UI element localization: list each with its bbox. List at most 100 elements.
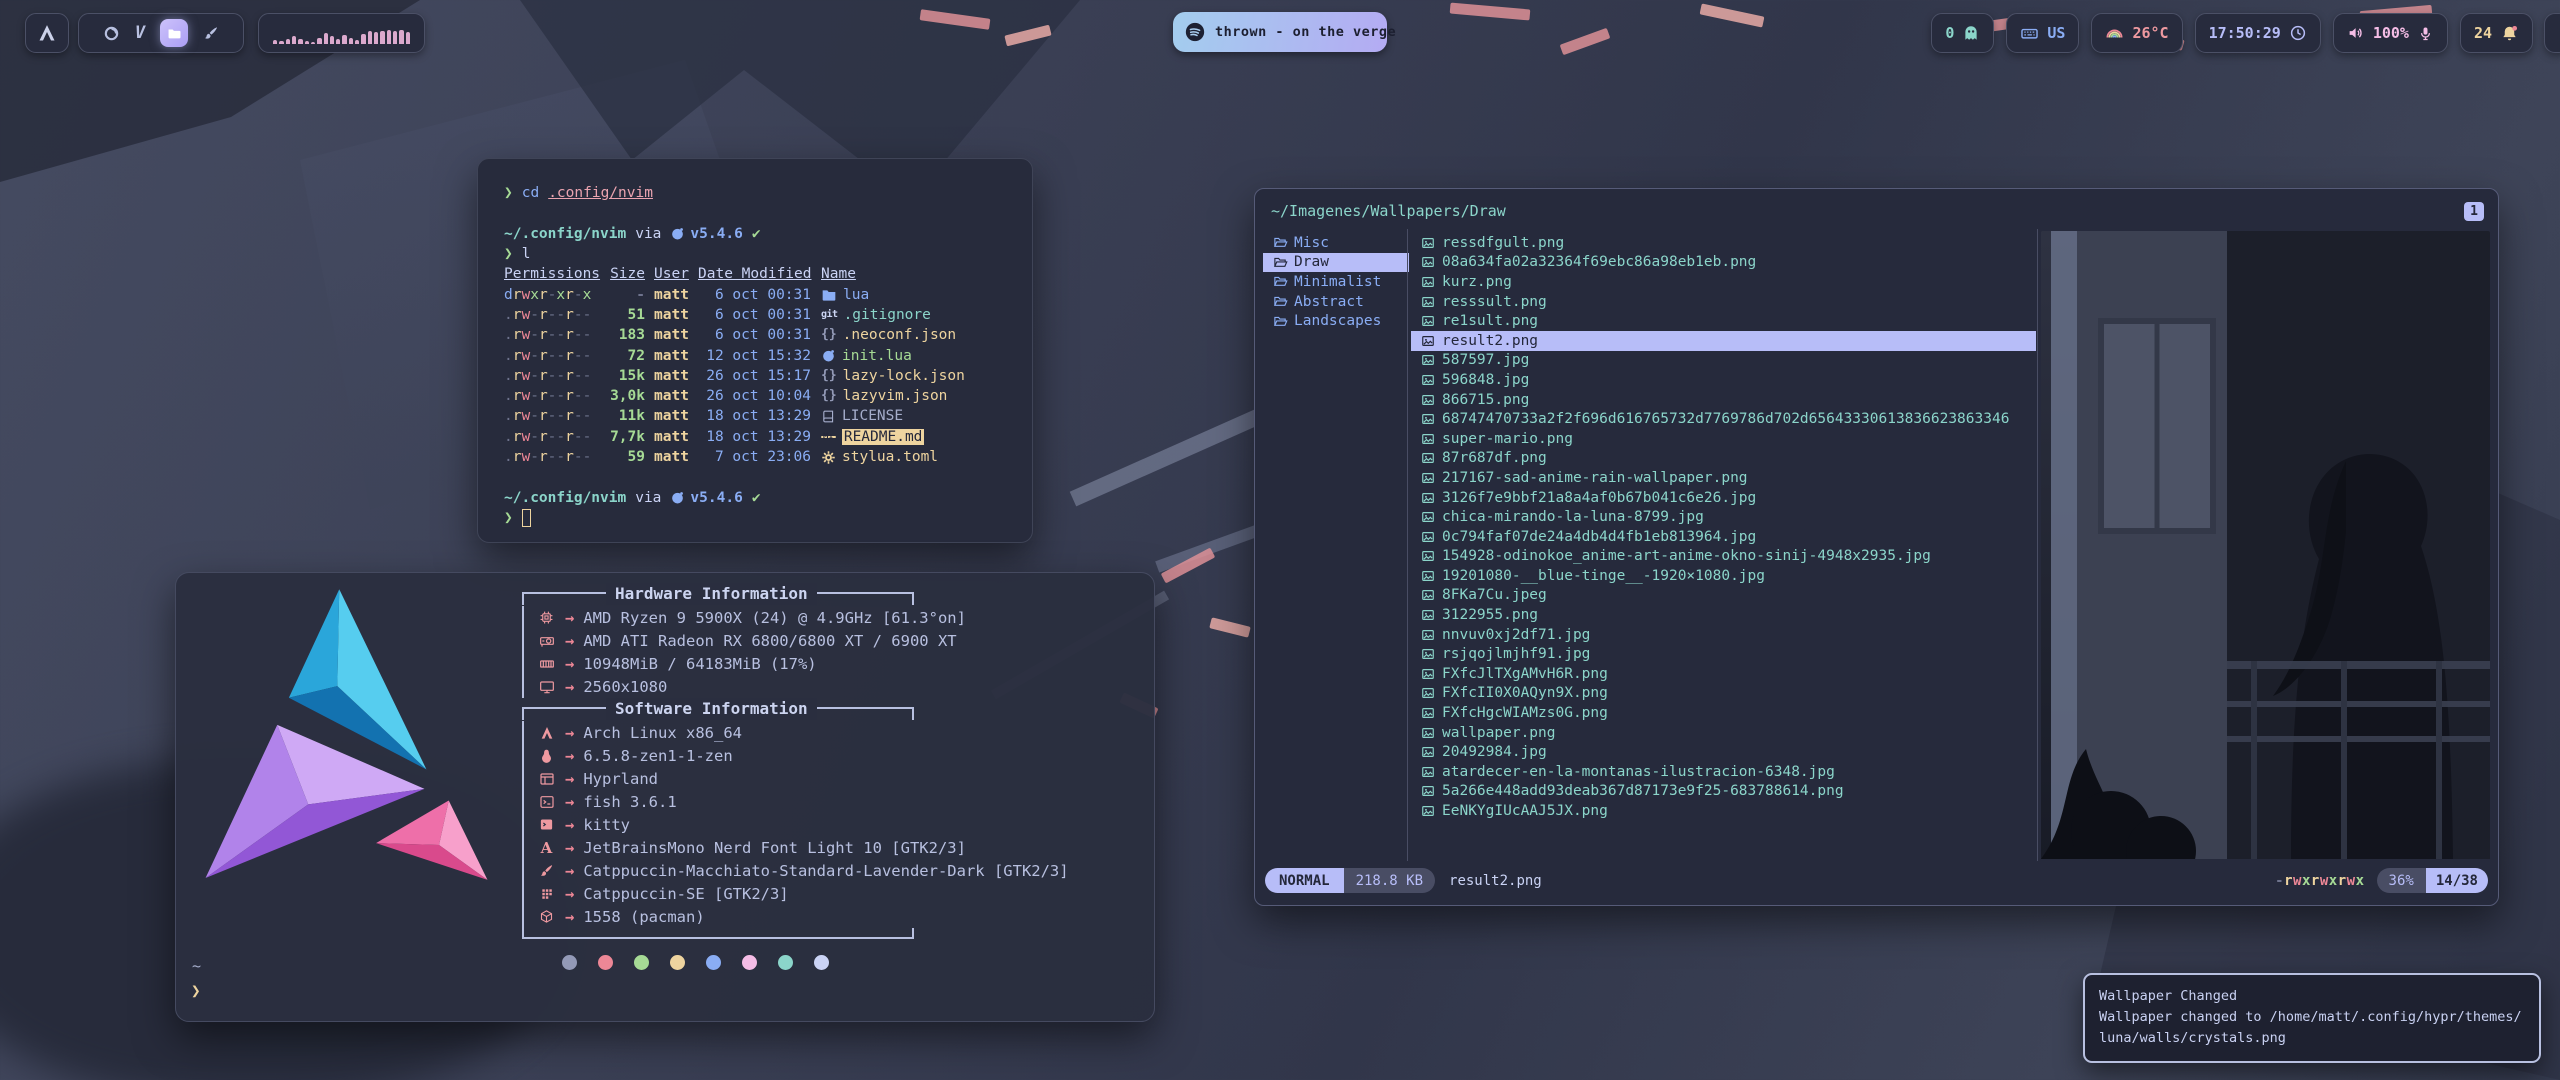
palette-dot: [814, 955, 829, 970]
workspace-brush[interactable]: [203, 25, 219, 41]
image-file-icon: [1421, 647, 1435, 661]
now-playing-pill[interactable]: thrown - on the verge: [1173, 12, 1387, 52]
file-item[interactable]: 08a634fa02a32364f69ebc86a98eb1eb.png: [1411, 253, 2036, 273]
image-file-icon: [1421, 491, 1435, 505]
sidebar-item-draw[interactable]: Draw: [1263, 253, 1409, 273]
file-item[interactable]: FXfcJlTXgAMvH6R.png: [1411, 664, 2036, 684]
file-item[interactable]: rsjqojlmjhf91.jpg: [1411, 644, 2036, 664]
file-item[interactable]: 68747470733a2f2f696d616765732d7769786d70…: [1411, 409, 2036, 429]
visualizer-bar: [298, 39, 302, 44]
file-item[interactable]: chica-mirando-la-luna-8799.jpg: [1411, 507, 2036, 527]
breadcrumb-path: ~/Imagenes/Wallpapers/Draw: [1271, 202, 1506, 220]
file-item[interactable]: 587597.jpg: [1411, 351, 2036, 371]
cwd: ~/.config/nvim: [504, 226, 626, 242]
file-item[interactable]: FXfcII0X0AQyn9X.png: [1411, 684, 2036, 704]
visualizer-bar: [279, 41, 283, 44]
file-item[interactable]: 3122955.png: [1411, 605, 2036, 625]
file-list: ressdfgult.png08a634fa02a32364f69ebc86a9…: [1411, 233, 2036, 821]
lua-moon-icon: [670, 226, 685, 241]
visualizer-bar: [355, 40, 359, 44]
terminal-palette: [562, 955, 1142, 970]
file-item[interactable]: FXfcHgcWIAMzs0G.png: [1411, 703, 2036, 723]
ls-row: .rw-r--r--15kmatt26 oct 15:17{}lazy-lock…: [504, 366, 1032, 386]
fetch-item: →AMD Ryzen 9 5900X (24) @ 4.9GHz [61.3°o…: [537, 606, 1162, 629]
file-item[interactable]: 8FKa7Cu.jpeg: [1411, 586, 2036, 606]
audio-pill[interactable]: 100%: [2333, 13, 2448, 53]
gear-icon: [821, 450, 836, 465]
file-manager-window[interactable]: ~/Imagenes/Wallpapers/Draw 1 MiscDrawMin…: [1254, 188, 2499, 906]
updates-pill[interactable]: 0: [1931, 13, 1994, 53]
file-item[interactable]: 3126f7e9bbf21a8a4af0b67b041c6e26.jpg: [1411, 488, 2036, 508]
notification-title: Wallpaper Changed: [2099, 986, 2525, 1007]
ls-row: .rw-r--r--3,0kmatt26 oct 10:04{}lazyvim.…: [504, 386, 1032, 406]
file-item[interactable]: re1sult.png: [1411, 311, 2036, 331]
visualizer-bar: [406, 32, 410, 44]
clock-icon: [2289, 24, 2307, 42]
folder-icon: [821, 287, 837, 303]
sidebar-item-landscapes[interactable]: Landscapes: [1263, 311, 1409, 331]
visualizer-bar: [324, 33, 328, 44]
launcher-button[interactable]: [25, 13, 69, 53]
keyboard-layout-pill[interactable]: US: [2006, 13, 2079, 53]
sidebar-item-abstract[interactable]: Abstract: [1263, 292, 1409, 312]
notification-body: Wallpaper changed to /home/matt/.config/…: [2099, 1007, 2525, 1049]
wallpaper-shard: [1161, 547, 1216, 583]
sidebar-item-misc[interactable]: Misc: [1263, 233, 1409, 253]
file-item[interactable]: 5a266e448add93deab367d87173e9f25-6837886…: [1411, 782, 2036, 802]
image-file-icon: [1421, 471, 1435, 485]
file-item[interactable]: 20492984.jpg: [1411, 742, 2036, 762]
workspace-vim[interactable]: V: [135, 23, 145, 43]
image-file-icon: [1421, 530, 1435, 544]
workspaces-pill[interactable]: V: [78, 13, 244, 53]
fetch-window[interactable]: Hardware Information →AMD Ryzen 9 5900X …: [175, 572, 1155, 1022]
file-item[interactable]: kurz.png: [1411, 272, 2036, 292]
file-item[interactable]: 154928-odinokoe_anime-art-anime-okno-sin…: [1411, 547, 2036, 567]
file-item[interactable]: 596848.jpg: [1411, 370, 2036, 390]
gpu-icon: [537, 633, 556, 649]
file-item[interactable]: result2.png: [1411, 331, 2036, 351]
theme-icon: [537, 863, 556, 878]
visualizer-bar: [286, 39, 290, 44]
file-item[interactable]: 19201080-__blue-tinge__-1920×1080.jpg: [1411, 566, 2036, 586]
file-item[interactable]: EeNKYgIUcAAJ5JX.png: [1411, 801, 2036, 821]
image-file-icon: [1421, 588, 1435, 602]
status-filename: result2.png: [1449, 873, 1542, 889]
file-item[interactable]: nnvuv0xj2df71.jpg: [1411, 625, 2036, 645]
terminal-window[interactable]: ❯cd.config/nvim ~/.config/nvimviav5.4.6✔…: [477, 158, 1033, 543]
tab-badge[interactable]: 1: [2464, 202, 2484, 221]
folder-open-icon: [1273, 235, 1288, 250]
image-file-icon: [1421, 412, 1435, 426]
updates-count: 0: [1945, 24, 1954, 42]
terminal-cursor: [522, 509, 531, 527]
file-item[interactable]: ressdfgult.png: [1411, 233, 2036, 253]
file-item[interactable]: 87r687df.png: [1411, 449, 2036, 469]
weather-pill[interactable]: 26°C: [2091, 13, 2182, 53]
visualizer-bar: [380, 31, 384, 44]
ls-header: PermissionsSizeUserDate ModifiedName: [504, 264, 1032, 284]
file-item[interactable]: atardecer-en-la-montanas-ilustracion-634…: [1411, 762, 2036, 782]
arch-crystal-logo: [192, 579, 502, 898]
microphone-icon: [2417, 25, 2434, 42]
status-bar: NORMAL 218.8 KB result2.png -rwxrwxrwx 3…: [1265, 868, 2488, 893]
file-item[interactable]: resssult.png: [1411, 292, 2036, 312]
folder-open-icon: [1273, 314, 1288, 329]
visualizer-bar: [336, 39, 340, 44]
sidebar-item-minimalist[interactable]: Minimalist: [1263, 272, 1409, 292]
file-item[interactable]: wallpaper.png: [1411, 723, 2036, 743]
file-item[interactable]: 0c794faf07de24a4db4d4fb1eb813964.jpg: [1411, 527, 2036, 547]
sidebar: MiscDrawMinimalistAbstractLandscapes: [1263, 233, 1409, 331]
clock-pill[interactable]: 17:50:29: [2195, 13, 2321, 53]
notification-toast[interactable]: Wallpaper Changed Wallpaper changed to /…: [2083, 973, 2541, 1063]
workspace-firefox[interactable]: [103, 25, 120, 42]
file-item[interactable]: super-mario.png: [1411, 429, 2036, 449]
palette-dot: [778, 955, 793, 970]
image-file-icon: [1421, 549, 1435, 563]
fetch-item: →AMD ATI Radeon RX 6800/6800 XT / 6900 X…: [537, 629, 1162, 652]
workspace-folder[interactable]: [160, 19, 188, 47]
palette-dot: [706, 955, 721, 970]
file-item[interactable]: 217167-sad-anime-rain-wallpaper.png: [1411, 468, 2036, 488]
ram-icon: [537, 656, 556, 672]
notifications-pill[interactable]: 24: [2460, 13, 2533, 53]
tray-edge-pill[interactable]: [2544, 13, 2560, 53]
file-item[interactable]: 866715.png: [1411, 390, 2036, 410]
